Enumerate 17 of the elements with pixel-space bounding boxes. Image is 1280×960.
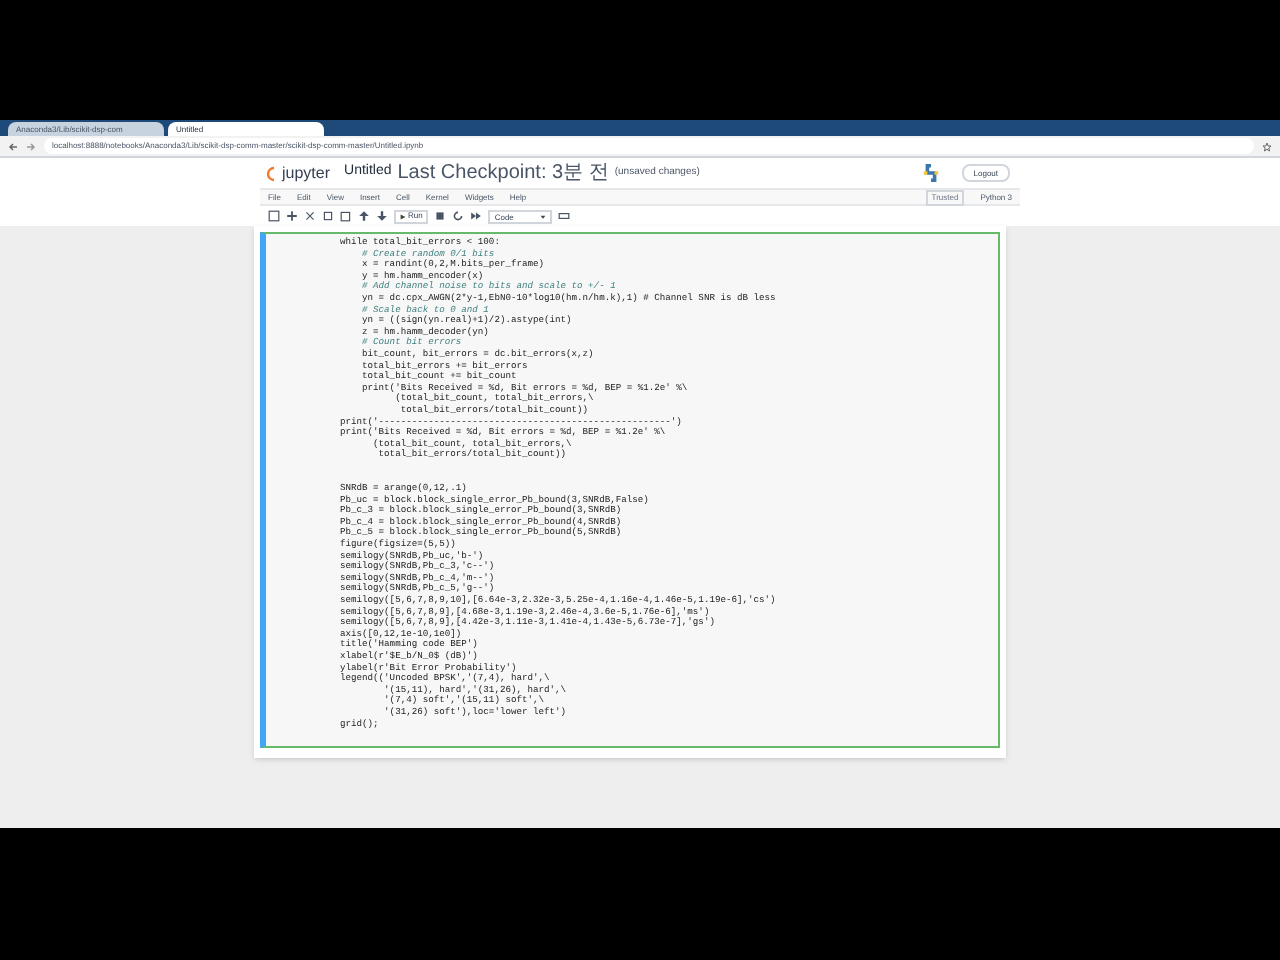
- caret-icon: [540, 213, 547, 219]
- restart-icon[interactable]: [452, 210, 465, 222]
- plus-icon[interactable]: [286, 210, 298, 222]
- checkpoint-text: Last Checkpoint: 3분 전: [397, 160, 609, 188]
- play-icon: [400, 213, 406, 219]
- back-icon[interactable]: [8, 141, 18, 151]
- logo-icon: [266, 165, 276, 181]
- arrow-down-icon[interactable]: [376, 210, 388, 222]
- python-logo-icon: [921, 164, 940, 182]
- arrow-up-icon[interactable]: [358, 210, 370, 222]
- stop-icon[interactable]: [434, 210, 447, 222]
- keyboard-icon[interactable]: [558, 210, 571, 222]
- fast-forward-icon[interactable]: [470, 210, 483, 222]
- star-icon[interactable]: [1262, 141, 1272, 151]
- app-logo[interactable]: jupyter: [282, 161, 331, 185]
- forward-icon[interactable]: [26, 141, 36, 151]
- code-cell[interactable]: [260, 232, 1000, 748]
